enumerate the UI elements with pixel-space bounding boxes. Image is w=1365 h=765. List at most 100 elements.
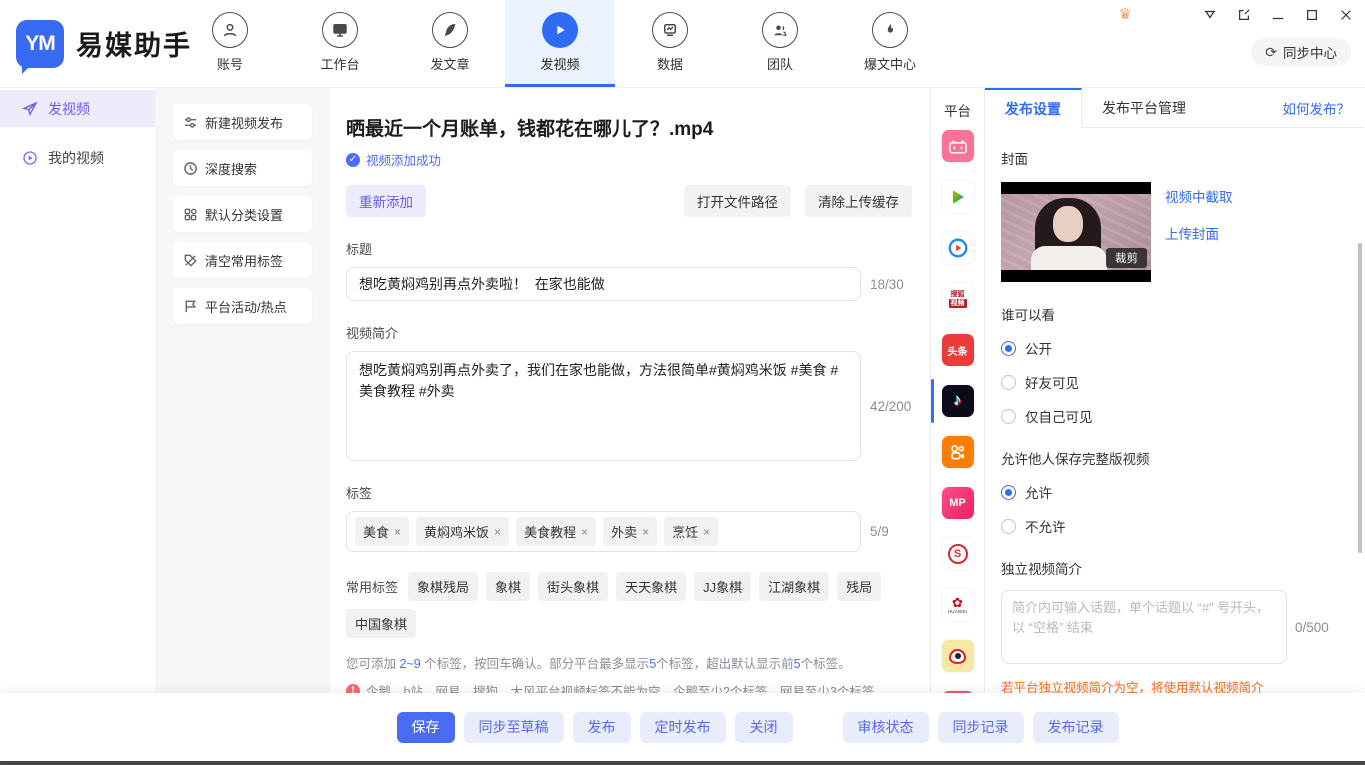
sync-to-draft-button[interactable]: 同步至草稿 <box>464 712 564 743</box>
bottom-action-bar: 保存 同步至草稿 发布 定时发布 关闭 审核状态 同步记录 发布记录 <box>0 693 1365 761</box>
visibility-friends-option[interactable]: 好友可见 <box>1001 372 1348 392</box>
title-label: 标题 <box>346 239 912 258</box>
platform-bilibili[interactable] <box>931 130 984 162</box>
allow-save-yes-option[interactable]: 允许 <box>1001 482 1348 502</box>
play-circle-icon <box>22 150 38 166</box>
remove-tag-icon[interactable]: × <box>394 525 401 539</box>
visibility-public-option[interactable]: 公开 <box>1001 338 1348 358</box>
review-status-button[interactable]: 审核状态 <box>843 712 929 743</box>
tab-platform-management[interactable]: 发布平台管理 <box>1082 88 1206 128</box>
independent-desc-textarea[interactable] <box>1001 590 1287 664</box>
allow-save-no-option[interactable]: 不允许 <box>1001 516 1348 536</box>
platform-activity-button[interactable]: 平台活动/热点 <box>173 288 312 324</box>
haokan-video-icon <box>942 232 974 264</box>
capture-from-video-link[interactable]: 视频中截取 <box>1165 186 1233 206</box>
platform-weibo[interactable] <box>931 640 984 672</box>
platform-rail-label: 平台 <box>931 100 984 120</box>
how-to-publish-link[interactable]: 如何发布？ <box>1283 98 1351 118</box>
platform-haokan-video[interactable] <box>931 232 984 264</box>
tags-hint: 您可添加 2~9 个标签，按回车确认。部分平台最多显示5个标签，超出默认显示前5… <box>346 653 912 672</box>
platform-tencent-video[interactable] <box>931 181 984 213</box>
remove-tag-icon[interactable]: × <box>703 525 710 539</box>
description-counter: 42/200 <box>870 399 911 414</box>
team-icon <box>762 12 798 48</box>
s-logo-icon: S <box>942 538 974 570</box>
nav-workspace[interactable]: 工作台 <box>285 0 395 87</box>
common-tag[interactable]: JJ象棋 <box>694 572 751 601</box>
nav-publish-video[interactable]: 发视频 <box>505 0 615 87</box>
deep-search-button[interactable]: 深度搜索 <box>173 150 312 186</box>
radio-checked-icon <box>1001 341 1016 356</box>
close-button[interactable]: 关闭 <box>735 712 793 743</box>
common-tag[interactable]: 象棋残局 <box>408 572 478 601</box>
panel-scrollbar[interactable] <box>1358 243 1362 553</box>
upload-cover-link[interactable]: 上传封面 <box>1165 223 1233 243</box>
platform-meipai[interactable]: MP <box>931 487 984 519</box>
clear-upload-cache-button[interactable]: 清除上传缓存 <box>805 185 912 217</box>
sync-log-button[interactable]: 同步记录 <box>938 712 1024 743</box>
file-actions: 重新添加 打开文件路径 清除上传缓存 <box>346 185 912 217</box>
nav-account[interactable]: 账号 <box>175 0 285 87</box>
description-textarea[interactable]: 想吃黄焖鸡别再点外卖了，我们在家也能做，方法很简单#黄焖鸡米饭 #美食 #美食教… <box>346 351 861 461</box>
send-plane-icon <box>22 101 38 117</box>
sidebar-item-my-videos[interactable]: 我的视频 <box>0 139 155 176</box>
re-add-button[interactable]: 重新添加 <box>346 185 426 217</box>
cover-thumbnail[interactable]: 裁剪 <box>1001 182 1151 282</box>
remove-tag-icon[interactable]: × <box>581 525 588 539</box>
common-tag[interactable]: 象棋 <box>486 572 530 601</box>
common-tags-row: 常用标签 象棋残局 象棋 街头象棋 天天象棋 JJ象棋 江湖象棋 残局 中国象棋 <box>346 572 912 638</box>
nav-data[interactable]: 数据 <box>615 0 725 87</box>
remove-tag-icon[interactable]: × <box>494 525 501 539</box>
minimize-icon[interactable] <box>1271 8 1285 22</box>
flag-icon <box>183 299 198 314</box>
nav-publish-article[interactable]: 发文章 <box>395 0 505 87</box>
save-button[interactable]: 保存 <box>397 712 455 743</box>
tags-input[interactable]: 美食× 黄焖鸡米饭× 美食教程× 外卖× 烹饪× <box>346 511 861 552</box>
common-tag[interactable]: 中国象棋 <box>346 609 416 638</box>
platform-sogou[interactable]: S <box>931 538 984 570</box>
nav-hot-center[interactable]: 爆文中心 <box>835 0 945 87</box>
common-tag[interactable]: 江湖象棋 <box>759 572 829 601</box>
clear-common-tags-button[interactable]: 清空常用标签 <box>173 242 312 278</box>
common-tag[interactable]: 残局 <box>837 572 881 601</box>
new-video-publish-button[interactable]: 新建视频发布 <box>173 104 312 140</box>
tab-publish-settings[interactable]: 发布设置 <box>985 88 1082 128</box>
tag-chip: 烹饪× <box>664 517 718 546</box>
main-form: 晒最近一个月账单，钱都花在哪儿了？.mp4 ✓ 视频添加成功 重新添加 打开文件… <box>330 88 930 693</box>
weibo-icon <box>942 640 974 672</box>
platform-douyin[interactable]: ♪ <box>931 385 984 417</box>
platform-huawei[interactable]: ✿ HUAWEI <box>931 589 984 621</box>
publish-log-button[interactable]: 发布记录 <box>1033 712 1119 743</box>
platform-sohu-video[interactable]: 搜狐 视频 <box>931 283 984 315</box>
crop-button[interactable]: 裁剪 <box>1106 248 1147 268</box>
platform-kuaishou[interactable] <box>931 436 984 468</box>
close-icon[interactable] <box>1339 8 1353 22</box>
app-brand: YM 易媒助手 <box>0 0 195 87</box>
common-tag[interactable]: 天天象棋 <box>616 572 686 601</box>
data-chart-icon <box>652 12 688 48</box>
success-check-icon: ✓ <box>346 153 360 167</box>
sync-center-button[interactable]: ⟳ 同步中心 <box>1251 38 1351 66</box>
maximize-icon[interactable] <box>1305 8 1319 22</box>
tag-chip: 美食教程× <box>516 517 596 546</box>
feedback-icon[interactable] <box>1237 8 1251 22</box>
nav-team[interactable]: 团队 <box>725 0 835 87</box>
default-category-button[interactable]: 默认分类设置 <box>173 196 312 232</box>
radio-icon <box>1001 519 1016 534</box>
video-play-icon <box>542 12 578 48</box>
content-row: 发视频 我的视频 新建视频发布 深度搜索 默认分类设置 清 <box>0 88 1365 693</box>
publish-button[interactable]: 发布 <box>573 712 631 743</box>
sidebar-item-publish-video[interactable]: 发视频 <box>0 90 155 127</box>
kuaishou-icon <box>942 436 974 468</box>
open-file-path-button[interactable]: 打开文件路径 <box>684 185 791 217</box>
remove-tag-icon[interactable]: × <box>642 525 649 539</box>
app-logo-icon: YM <box>16 20 64 68</box>
window-bottom-edge <box>0 761 1365 765</box>
schedule-publish-button[interactable]: 定时发布 <box>640 712 726 743</box>
tray-arrow-icon[interactable] <box>1203 8 1217 22</box>
visibility-private-option[interactable]: 仅自己可见 <box>1001 406 1348 426</box>
platform-toutiao[interactable]: 头条 <box>931 334 984 366</box>
common-tag[interactable]: 街头象棋 <box>538 572 608 601</box>
toutiao-icon: 头条 <box>942 334 974 366</box>
title-input[interactable] <box>346 267 861 301</box>
